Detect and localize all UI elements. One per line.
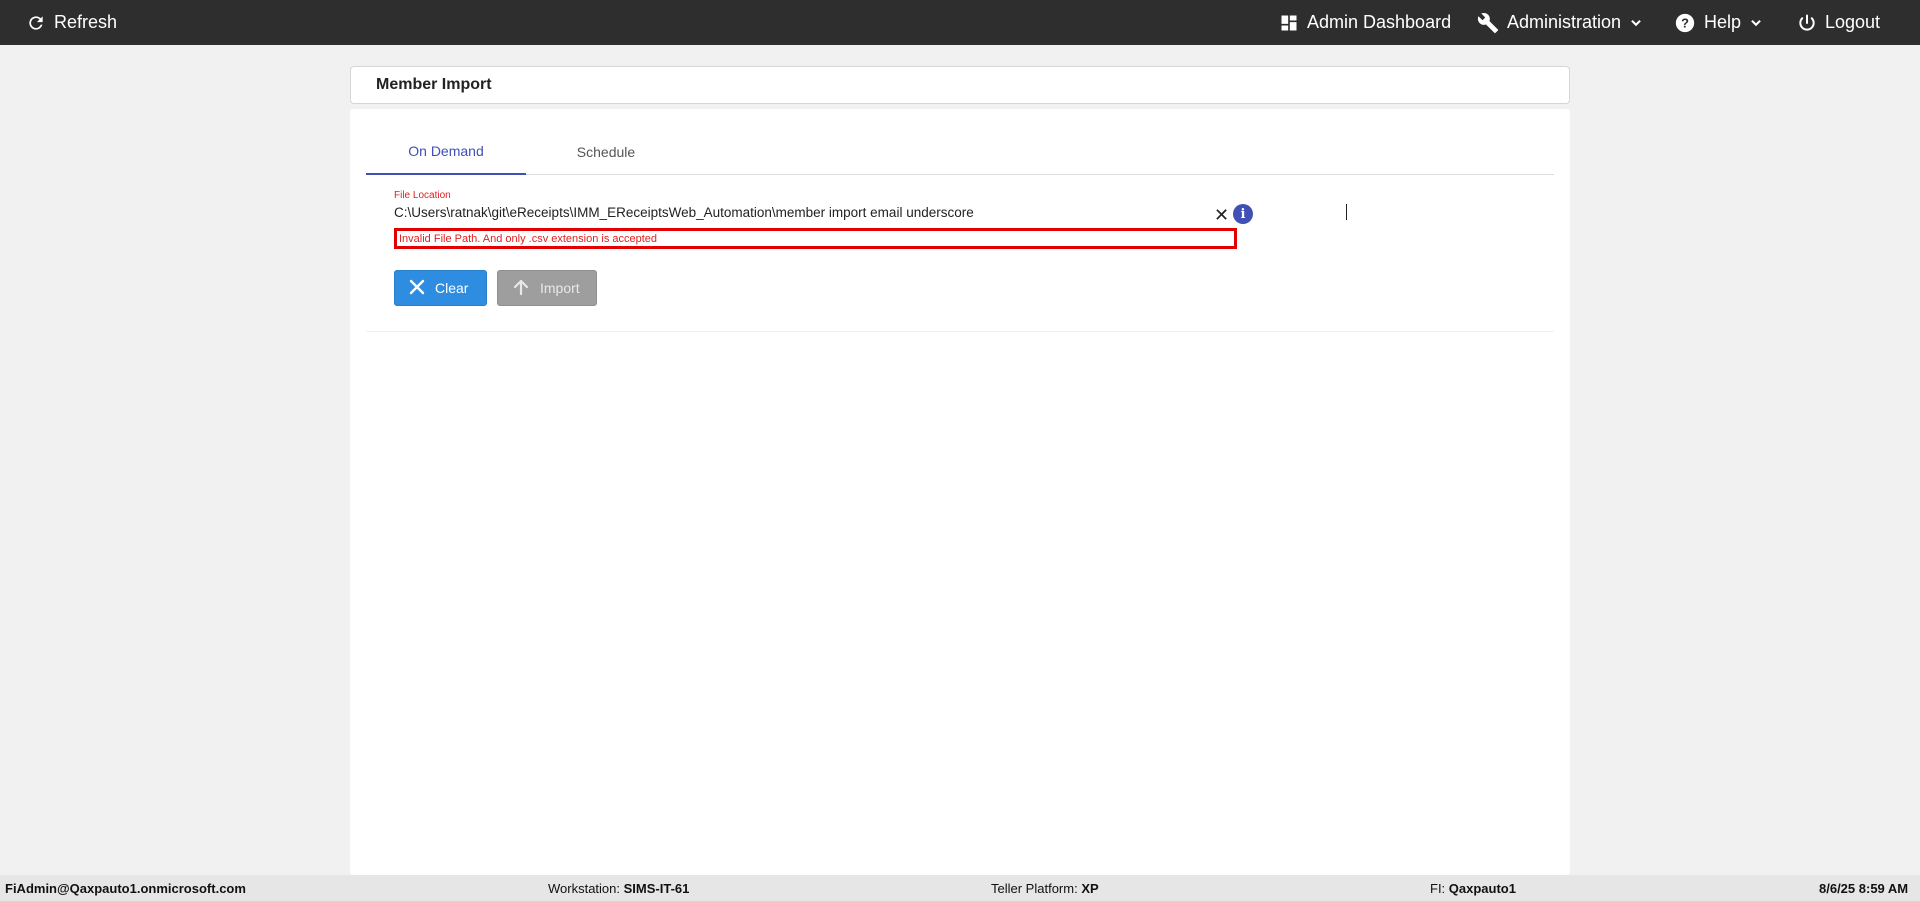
teller-platform-label: Teller Platform: <box>991 880 1078 896</box>
refresh-label: Refresh <box>54 12 118 32</box>
refresh-icon <box>26 13 46 33</box>
admin-dashboard-label: Admin Dashboard <box>1307 12 1452 32</box>
administration-label: Administration <box>1507 12 1622 32</box>
chevron-down-icon <box>1629 16 1643 30</box>
logout-label: Logout <box>1825 12 1881 32</box>
close-icon <box>409 279 425 298</box>
status-fi: FI: Qaxpauto1 <box>1430 875 1516 901</box>
teller-platform-value: XP <box>1081 880 1099 896</box>
logout-button[interactable]: Logout <box>1797 0 1880 45</box>
power-icon <box>1797 13 1817 33</box>
fi-value: Qaxpauto1 <box>1448 880 1516 896</box>
top-navbar: Refresh Admin Dashboard Administration ?… <box>0 0 1920 45</box>
clear-button[interactable]: Clear <box>394 270 487 306</box>
divider <box>366 331 1554 332</box>
info-icon[interactable]: i <box>1233 204 1253 224</box>
close-icon[interactable]: ✕ <box>1214 206 1229 224</box>
status-teller-platform: Teller Platform: XP <box>991 875 1099 901</box>
fi-label: FI: <box>1430 880 1446 896</box>
workstation-value: SIMS-IT-61 <box>623 880 690 896</box>
text-caret <box>1346 204 1347 220</box>
main-panel: On Demand Schedule File Location ✕ i Inv… <box>350 109 1570 875</box>
administration-menu[interactable]: Administration <box>1477 0 1643 45</box>
help-menu[interactable]: ? Help <box>1674 0 1763 45</box>
chevron-down-icon <box>1749 16 1763 30</box>
admin-dashboard-button[interactable]: Admin Dashboard <box>1279 0 1451 45</box>
file-location-label: File Location <box>394 190 451 201</box>
file-location-input[interactable] <box>394 202 1214 222</box>
help-icon: ? <box>1674 12 1696 34</box>
import-label: Import <box>540 280 580 296</box>
status-user: FiAdmin@Qaxpauto1.onmicrosoft.com <box>5 880 246 896</box>
error-message: Invalid File Path. And only .csv extensi… <box>394 228 1237 249</box>
tab-bar: On Demand Schedule <box>366 129 1554 175</box>
status-workstation: Workstation: SIMS-IT-61 <box>548 875 689 901</box>
status-bar: FiAdmin@Qaxpauto1.onmicrosoft.com Workst… <box>0 875 1920 901</box>
dashboard-icon <box>1279 13 1299 33</box>
import-button[interactable]: Import <box>497 270 597 306</box>
arrow-up-icon <box>512 278 530 299</box>
wrench-icon <box>1477 12 1499 34</box>
status-datetime: 8/6/25 8:59 AM <box>1819 880 1909 896</box>
svg-text:?: ? <box>1681 15 1689 30</box>
help-label: Help <box>1704 12 1742 32</box>
tab-schedule[interactable]: Schedule <box>526 129 686 175</box>
page-header: Member Import <box>350 66 1570 104</box>
clear-label: Clear <box>435 280 469 296</box>
refresh-button[interactable]: Refresh <box>26 0 117 45</box>
page-title: Member Import <box>376 76 492 93</box>
workstation-label: Workstation: <box>548 880 621 896</box>
tab-on-demand[interactable]: On Demand <box>366 129 526 175</box>
